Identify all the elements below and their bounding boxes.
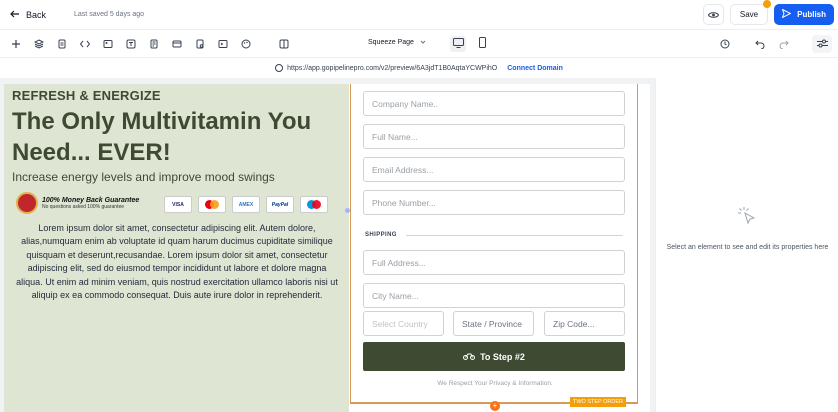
phone-field[interactable]: Phone Number... — [363, 190, 625, 215]
add-section-button[interactable]: + — [490, 401, 500, 411]
hero-body-text[interactable]: Lorem ipsum dolor sit amet, consectetur … — [14, 222, 340, 302]
state-field[interactable]: State / Province — [453, 311, 534, 336]
address-field[interactable]: Full Address... — [363, 250, 625, 275]
hero-subtitle[interactable]: Increase energy levels and improve mood … — [12, 170, 275, 184]
send-icon — [781, 8, 792, 20]
sliders-icon — [816, 35, 828, 53]
mastercard-icon — [198, 196, 226, 213]
editor-canvas: REFRESH & ENERGIZE The Only Multivitamin… — [0, 78, 655, 412]
guarantee-seal-icon — [16, 192, 38, 214]
email-field[interactable]: Email Address... — [363, 157, 625, 182]
bike-icon — [463, 352, 476, 362]
visa-icon: VISA — [164, 196, 192, 213]
desktop-view-button[interactable] — [450, 36, 466, 52]
shipping-divider — [406, 235, 623, 236]
zip-field[interactable]: Zip Code... — [544, 311, 625, 336]
payment-cards: VISA AMEX PayPal — [164, 196, 328, 213]
layers-icon[interactable] — [34, 39, 44, 49]
maestro-icon — [300, 196, 328, 213]
save-label: Save — [739, 10, 759, 19]
columns-icon[interactable] — [279, 39, 289, 49]
paypal-icon: PayPal — [266, 196, 294, 213]
globe-icon — [275, 64, 284, 72]
save-button[interactable]: Save — [729, 0, 772, 25]
cursor-click-icon — [736, 206, 758, 228]
chevron-down-icon — [420, 39, 426, 47]
hero-section[interactable]: REFRESH & ENERGIZE The Only Multivitamin… — [4, 84, 349, 412]
guarantee-subtitle: No questions asked 100% guarantee — [42, 203, 125, 210]
terminal-icon[interactable] — [218, 39, 228, 49]
back-button[interactable]: Back — [10, 9, 46, 21]
company-name-field[interactable]: Company Name.. — [363, 91, 625, 116]
order-form[interactable]: Company Name.. Full Name... Email Addres… — [350, 84, 638, 402]
next-step-button[interactable]: To Step #2 — [363, 342, 625, 371]
back-label: Back — [26, 9, 47, 20]
country-select[interactable]: Select Country — [363, 311, 444, 336]
form-icon[interactable] — [149, 39, 159, 49]
amex-icon: AMEX — [232, 196, 260, 213]
settings-button[interactable] — [812, 35, 832, 53]
eye-icon — [707, 6, 719, 24]
editor-toolbar: Squeeze Page — [0, 30, 838, 58]
next-step-label: To Step #2 — [480, 351, 525, 362]
full-name-field[interactable]: Full Name... — [363, 124, 625, 149]
code-icon[interactable] — [80, 39, 90, 49]
history-icon[interactable] — [720, 39, 730, 49]
last-saved-text: Last saved 5 days ago — [74, 11, 145, 18]
two-step-order-badge: TWO STEP ORDER — [570, 397, 627, 407]
connect-domain-link[interactable]: Connect Domain — [507, 65, 563, 72]
survey-icon[interactable] — [195, 39, 205, 49]
preview-button[interactable] — [702, 4, 724, 25]
guarantee-title: 100% Money Back Guarantee — [42, 196, 140, 204]
section-icon[interactable] — [172, 39, 182, 49]
hero-title[interactable]: The Only Multivitamin You Need... EVER! — [12, 106, 342, 168]
mobile-icon — [478, 35, 486, 53]
preview-url-bar: https://app.gopipelinepro.com/v2/preview… — [0, 58, 838, 78]
media-icon[interactable] — [103, 39, 113, 49]
guarantee-badge: 100% Money Back Guarantee No questions a… — [16, 192, 139, 214]
add-icon[interactable] — [11, 39, 21, 49]
undo-icon[interactable] — [755, 39, 765, 49]
page-preview: REFRESH & ENERGIZE The Only Multivitamin… — [4, 84, 650, 412]
unsaved-indicator — [763, 0, 772, 8]
privacy-note: We Respect Your Privacy & Information. — [437, 380, 553, 387]
page-selector-label: Squeeze Page — [368, 39, 414, 46]
page-icon[interactable] — [57, 39, 67, 49]
mobile-view-button[interactable] — [474, 36, 490, 52]
properties-panel: Select an element to see and edit its pr… — [655, 78, 838, 412]
top-bar: Back Last saved 5 days ago Save Publish — [0, 0, 838, 30]
page-selector[interactable]: Squeeze Page — [368, 39, 426, 47]
desktop-icon — [452, 35, 464, 53]
shipping-label: SHIPPING — [365, 232, 397, 238]
preview-url[interactable]: https://app.gopipelinepro.com/v2/preview… — [287, 65, 497, 72]
redo-icon[interactable] — [779, 39, 789, 49]
hero-kicker[interactable]: REFRESH & ENERGIZE — [12, 88, 161, 103]
properties-empty-text: Select an element to see and edit its pr… — [666, 244, 829, 251]
arrow-left-icon — [10, 9, 20, 21]
text-icon[interactable] — [126, 39, 136, 49]
publish-label: Publish — [797, 10, 826, 19]
publish-button[interactable]: Publish — [774, 4, 834, 25]
palette-icon[interactable] — [241, 39, 251, 49]
city-field[interactable]: City Name... — [363, 283, 625, 308]
